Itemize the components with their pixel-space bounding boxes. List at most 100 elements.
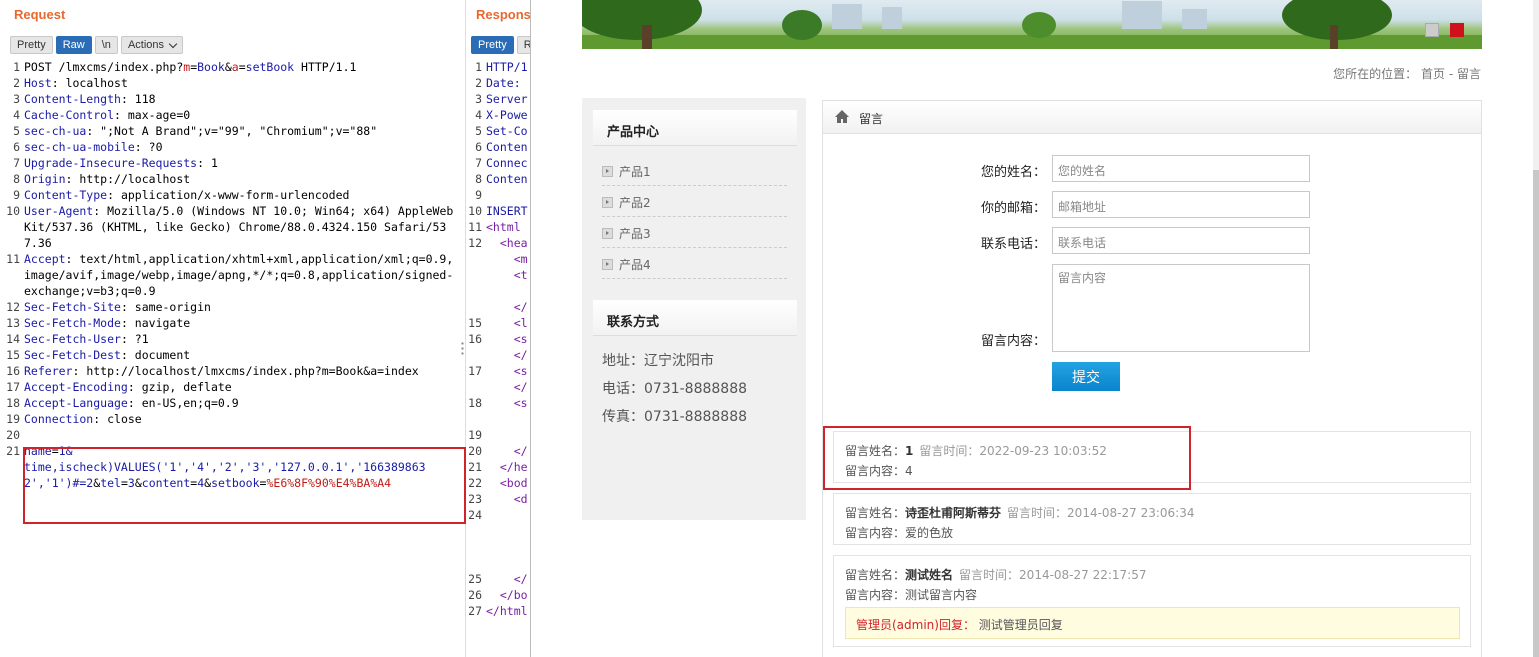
line-number: 7 <box>13 156 20 170</box>
response-line: 23 <d <box>466 491 530 507</box>
sidebar: 产品中心 产品1 产品2 产品3 产品4 联系方式 地址：辽宁沈阳市 电话：07… <box>582 98 806 520</box>
line-number: 18 <box>6 396 20 410</box>
content-textarea[interactable]: 留言内容 <box>1052 264 1310 352</box>
request-line: 18 Accept-Language: en-US,en;q=0.9 <box>0 395 458 411</box>
response-pretty-button[interactable]: Pretty <box>471 36 514 54</box>
line-content: Conten <box>486 172 528 186</box>
response-line: 21 </he <box>466 459 530 475</box>
sidebar-products-title: 产品中心 <box>593 110 797 146</box>
banner-dot-2[interactable] <box>1450 23 1464 37</box>
message-name-label: 留言姓名： <box>845 506 906 520</box>
newline-toggle-button[interactable]: \n <box>94 36 118 54</box>
line-content: Sec-Fetch-Mode: navigate <box>24 316 191 330</box>
request-line: 11 Accept: text/html,application/xhtml+xm… <box>0 251 458 299</box>
line-content: X-Powe <box>486 108 528 122</box>
line-number: 2 <box>13 76 20 90</box>
response-panel: Response Pretty Ra 1HTTP/12Date:3Server4… <box>466 0 530 657</box>
response-line: </ <box>466 347 530 363</box>
name-label: 您的姓名： <box>980 165 1046 180</box>
line-content: Accept: text/html,application/xhtml+xml,… <box>24 252 454 298</box>
sidebar-item-product1[interactable]: 产品1 <box>602 155 787 186</box>
line-number: 5 <box>13 124 20 138</box>
submit-button[interactable]: 提交 <box>1052 362 1120 391</box>
line-content: Set-Co <box>486 124 528 138</box>
line-number: 25 <box>468 572 482 586</box>
response-raw-button[interactable]: Ra <box>516 36 530 54</box>
breadcrumb-home-link[interactable]: 首页 <box>1421 67 1445 81</box>
line-number <box>466 555 486 571</box>
line-content: Accept-Language: en-US,en;q=0.9 <box>24 396 239 410</box>
banner-dot-1[interactable] <box>1425 23 1439 37</box>
panel-resize-handle[interactable] <box>461 341 464 357</box>
line-number: 10 <box>468 204 482 218</box>
line-number: 27 <box>468 604 482 618</box>
line-content: <m <box>486 252 528 266</box>
response-editor[interactable]: 1 HTTP/1 2 Date: 3 Server 4 X-Powe 5 Set-Co 6 Conte… <box>466 59 530 619</box>
line-number <box>466 379 486 395</box>
line-content <box>486 523 530 539</box>
line-content <box>486 539 530 555</box>
actions-dropdown[interactable]: Actions <box>120 36 184 54</box>
line-number: 8 <box>13 172 20 186</box>
raw-button[interactable]: Raw <box>55 36 92 54</box>
response-line: 5 Set-Co <box>466 123 530 139</box>
line-content: <s <box>486 364 528 378</box>
request-line: 16 Referer: http://localhost/lmxcms/index… <box>0 363 458 379</box>
response-line: 26 </bo <box>466 587 530 603</box>
scrollbar-thumb[interactable] <box>1533 170 1539 657</box>
page-scrollbar[interactable] <box>1533 0 1539 657</box>
request-editor[interactable]: 1 POST /lmxcms/index.php?m=Book&a=setBook… <box>0 59 458 491</box>
pretty-button[interactable]: Pretty <box>10 36 53 54</box>
email-input[interactable]: 邮箱地址 <box>1052 191 1310 218</box>
request-line: 15 Sec-Fetch-Dest: document <box>0 347 458 363</box>
request-line: 7 Upgrade-Insecure-Requests: 1 <box>0 155 458 171</box>
line-content: </ <box>486 300 528 314</box>
message-item: 留言姓名：诗歪杜甫阿斯蒂芬 留言时间：2014-08-27 23:06:34 留言… <box>833 493 1471 545</box>
response-line <box>466 539 530 555</box>
line-content: </ <box>486 444 528 458</box>
line-number: 8 <box>475 172 482 186</box>
line-number: 19 <box>468 428 482 442</box>
line-number: 24 <box>468 508 482 522</box>
admin-reply: 管理员(admin)回复： 测试管理员回复 <box>845 607 1460 639</box>
line-number: 19 <box>6 412 20 426</box>
line-number: 16 <box>468 332 482 346</box>
line-content <box>486 555 530 571</box>
line-number: 21 <box>468 460 482 474</box>
line-content: <bod <box>486 476 528 490</box>
response-line: 27 </html <box>466 603 530 619</box>
message-time: 2014-08-27 23:06:34 <box>1067 506 1195 520</box>
line-number <box>466 299 486 315</box>
breadcrumb-prefix: 您所在的位置： <box>1333 67 1418 81</box>
line-number: 3 <box>13 92 20 106</box>
line-number: 15 <box>468 316 482 330</box>
request-line: 4 Cache-Control: max-age=0 <box>0 107 458 123</box>
request-toolbar: Pretty Raw \n Actions <box>10 36 184 54</box>
line-number: 10 <box>6 204 20 218</box>
request-line: 14 Sec-Fetch-User: ?1 <box>0 331 458 347</box>
response-line: 19 <box>466 427 530 443</box>
response-line: </ <box>466 379 530 395</box>
line-content: Connection: close <box>24 412 142 426</box>
guestbook-header: 留言 <box>823 101 1481 134</box>
line-content: Origin: http://localhost <box>24 172 191 186</box>
tel-input[interactable]: 联系电话 <box>1052 227 1310 254</box>
line-content: Content-Length: 118 <box>24 92 156 106</box>
breadcrumb-current[interactable]: 留言 <box>1457 67 1481 81</box>
line-content: Content-Type: application/x-www-form-url… <box>24 188 350 202</box>
response-line: 25 </ <box>466 571 530 587</box>
line-content: <s <box>486 396 528 410</box>
line-number: 15 <box>6 348 20 362</box>
line-content: </ <box>486 572 528 586</box>
admin-reply-text: 测试管理员回复 <box>978 618 1063 632</box>
line-content: sec-ch-ua-mobile: ?0 <box>24 140 163 154</box>
sidebar-item-product3[interactable]: 产品3 <box>602 217 787 248</box>
response-line: 11 <html <box>466 219 530 235</box>
line-number: 11 <box>468 220 482 234</box>
line-number: 23 <box>468 492 482 506</box>
home-icon <box>835 110 849 123</box>
response-line: 4 X-Powe <box>466 107 530 123</box>
sidebar-item-product2[interactable]: 产品2 <box>602 186 787 217</box>
sidebar-item-product4[interactable]: 产品4 <box>602 248 787 279</box>
name-input[interactable]: 您的姓名 <box>1052 155 1310 182</box>
